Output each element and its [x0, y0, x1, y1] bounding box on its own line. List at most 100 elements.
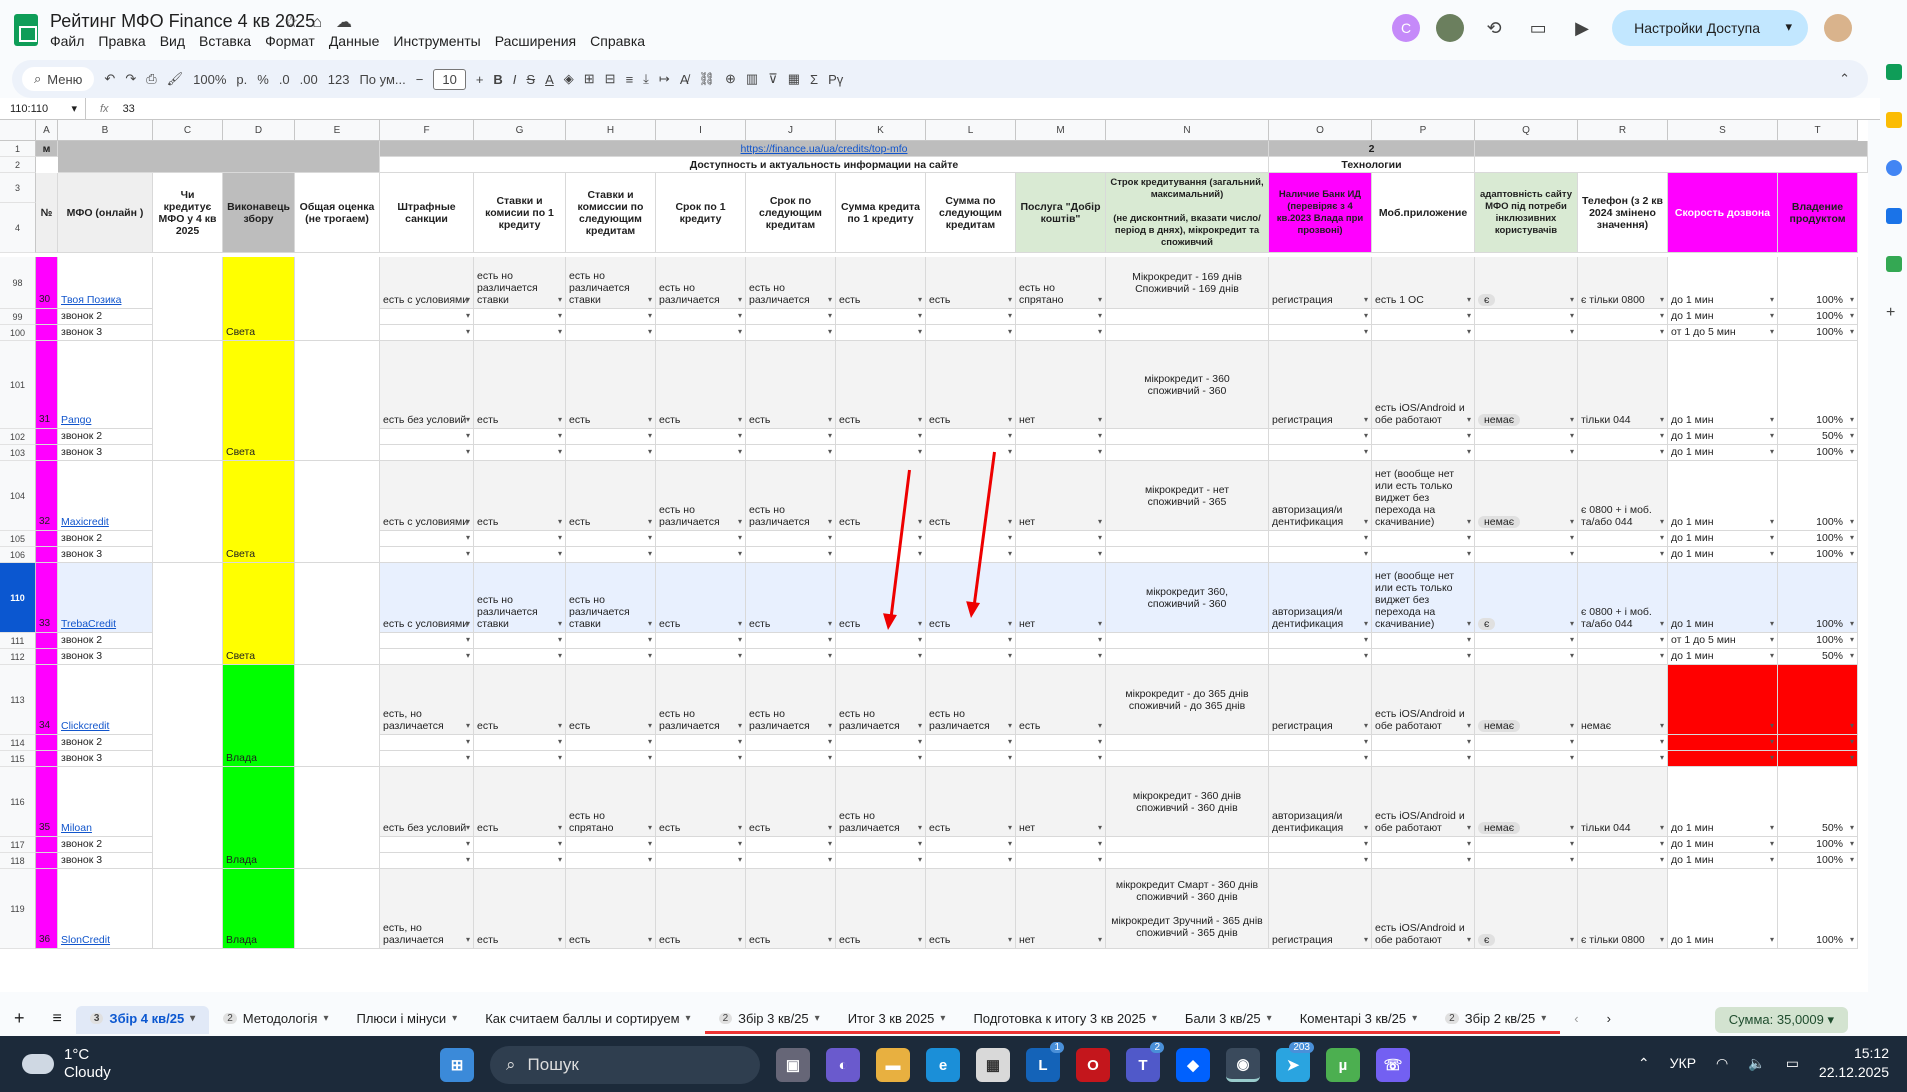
- cell-n[interactable]: мікрокредит 360, споживчий - 360: [1106, 563, 1269, 633]
- cell-p[interactable]: есть iOS/Android и обе работают: [1372, 341, 1475, 429]
- cell-f[interactable]: [380, 445, 474, 461]
- cell-k[interactable]: [836, 649, 926, 665]
- cell-n[interactable]: [1106, 429, 1269, 445]
- cell-l[interactable]: [926, 445, 1016, 461]
- mfo-name-cell[interactable]: Clickcredit: [58, 665, 153, 735]
- telegram-icon[interactable]: ➤ 203: [1276, 1042, 1314, 1082]
- mfo-name-cell[interactable]: Pango: [58, 341, 153, 429]
- cell-o[interactable]: регистрация: [1269, 869, 1372, 949]
- cell-s[interactable]: до 1 мин: [1668, 341, 1778, 429]
- cell-p[interactable]: [1372, 837, 1475, 853]
- cell-q[interactable]: [1475, 633, 1578, 649]
- increase-decimal-button[interactable]: .00: [300, 72, 318, 87]
- chevron-down-icon[interactable]: ▾: [1267, 1013, 1272, 1024]
- cell-s[interactable]: до 1 мин: [1668, 869, 1778, 949]
- cloud-status-icon[interactable]: ☁: [336, 14, 366, 31]
- cell-t[interactable]: 100%: [1778, 445, 1858, 461]
- cell-s[interactable]: до 1 мин: [1668, 649, 1778, 665]
- font-select[interactable]: По ум...: [359, 72, 405, 87]
- executor-cell[interactable]: Света: [223, 341, 295, 461]
- call-label[interactable]: звонок 3: [58, 751, 153, 767]
- column-title-q[interactable]: адаптовність сайту МФО під потреби інклю…: [1475, 173, 1578, 253]
- cell-h[interactable]: [566, 735, 656, 751]
- cell-t[interactable]: 100%: [1778, 531, 1858, 547]
- cell-r[interactable]: [1578, 837, 1668, 853]
- cell-q[interactable]: [1475, 445, 1578, 461]
- cell-s[interactable]: до 1 мин: [1668, 767, 1778, 837]
- cell-h[interactable]: [566, 309, 656, 325]
- cell-p[interactable]: есть iOS/Android и обе работают: [1372, 869, 1475, 949]
- cell-h[interactable]: [566, 853, 656, 869]
- column-title-l[interactable]: Сумма по следующим кредитам: [926, 173, 1016, 253]
- cell-l[interactable]: [926, 853, 1016, 869]
- cell-j[interactable]: есть но различается: [746, 257, 836, 309]
- call-label[interactable]: звонок 3: [58, 649, 153, 665]
- cell-t[interactable]: 100%: [1778, 869, 1858, 949]
- cell-h[interactable]: есть: [566, 665, 656, 735]
- cell-s[interactable]: до 1 мин: [1668, 531, 1778, 547]
- cell-k[interactable]: [836, 633, 926, 649]
- cell-t[interactable]: 100%: [1778, 341, 1858, 429]
- cell-r[interactable]: [1578, 735, 1668, 751]
- menu-file[interactable]: Файл: [50, 33, 84, 49]
- cell-r[interactable]: [1578, 547, 1668, 563]
- mfo-name-cell[interactable]: Твоя Позика: [58, 257, 153, 309]
- sheet-tab[interactable]: Плюси і мінуси ▾: [342, 1006, 471, 1034]
- cell-i[interactable]: [656, 309, 746, 325]
- column-title-t[interactable]: Владение продуктом: [1778, 173, 1858, 253]
- cell-m[interactable]: [1016, 309, 1106, 325]
- row-header[interactable]: 4: [0, 203, 36, 253]
- cell-t[interactable]: 100%: [1778, 633, 1858, 649]
- cell-i[interactable]: есть: [656, 341, 746, 429]
- menu-search[interactable]: ⌕ Меню: [22, 67, 95, 91]
- add-addon-icon[interactable]: +: [1886, 304, 1902, 321]
- column-title-s[interactable]: Скорость дозвона: [1668, 173, 1778, 253]
- finance-link[interactable]: https://finance.ua/ua/credits/top-mfo: [741, 143, 908, 155]
- cell-g[interactable]: [474, 429, 566, 445]
- link-cell[interactable]: https://finance.ua/ua/credits/top-mfo: [380, 141, 1269, 157]
- text-rotate-icon[interactable]: A̸: [680, 72, 689, 87]
- call-label[interactable]: звонок 2: [58, 735, 153, 751]
- cell-n[interactable]: [1106, 751, 1269, 767]
- cell-q[interactable]: немає: [1475, 767, 1578, 837]
- cell-n[interactable]: мікрокредит - нет споживчий - 365: [1106, 461, 1269, 531]
- call-label[interactable]: звонок 2: [58, 633, 153, 649]
- row-header[interactable]: 99: [0, 309, 36, 325]
- cell-j[interactable]: есть: [746, 869, 836, 949]
- cell-g[interactable]: [474, 445, 566, 461]
- cell-f[interactable]: есть без условий: [380, 341, 474, 429]
- cell-i[interactable]: [656, 735, 746, 751]
- cell-h[interactable]: [566, 429, 656, 445]
- cell-m[interactable]: [1016, 751, 1106, 767]
- cell-g[interactable]: есть: [474, 767, 566, 837]
- cell-f[interactable]: есть с условиями: [380, 257, 474, 309]
- chevron-down-icon[interactable]: ▾: [190, 1013, 195, 1024]
- text-color-icon[interactable]: A: [545, 72, 554, 87]
- cell-k[interactable]: [836, 325, 926, 341]
- scroll-tabs-left-icon[interactable]: ‹: [1560, 1006, 1592, 1034]
- cell-k[interactable]: есть: [836, 257, 926, 309]
- column-header-d[interactable]: D: [223, 120, 295, 141]
- cell-i[interactable]: есть но различается: [656, 665, 746, 735]
- row-header[interactable]: 1: [0, 141, 36, 157]
- merge-cells-icon[interactable]: ⊟: [605, 71, 616, 87]
- column-header-f[interactable]: F: [380, 120, 474, 141]
- cell-o[interactable]: авторизация/и дентификация: [1269, 563, 1372, 633]
- cell-g[interactable]: [474, 837, 566, 853]
- cell-q[interactable]: є: [1475, 257, 1578, 309]
- cell-f[interactable]: [380, 309, 474, 325]
- cell-g[interactable]: [474, 547, 566, 563]
- cell-k[interactable]: [836, 309, 926, 325]
- cell-l[interactable]: [926, 649, 1016, 665]
- fill-color-icon[interactable]: ◈: [564, 71, 574, 87]
- cell-q[interactable]: [1475, 429, 1578, 445]
- cell-l[interactable]: [926, 547, 1016, 563]
- column-header-i[interactable]: I: [656, 120, 746, 141]
- cell-g[interactable]: [474, 649, 566, 665]
- inclusive-chip[interactable]: немає: [1478, 720, 1521, 732]
- overall-cell[interactable]: [295, 563, 380, 665]
- column-header-l[interactable]: L: [926, 120, 1016, 141]
- cell-p[interactable]: [1372, 649, 1475, 665]
- cell-f[interactable]: [380, 837, 474, 853]
- cell-f[interactable]: [380, 547, 474, 563]
